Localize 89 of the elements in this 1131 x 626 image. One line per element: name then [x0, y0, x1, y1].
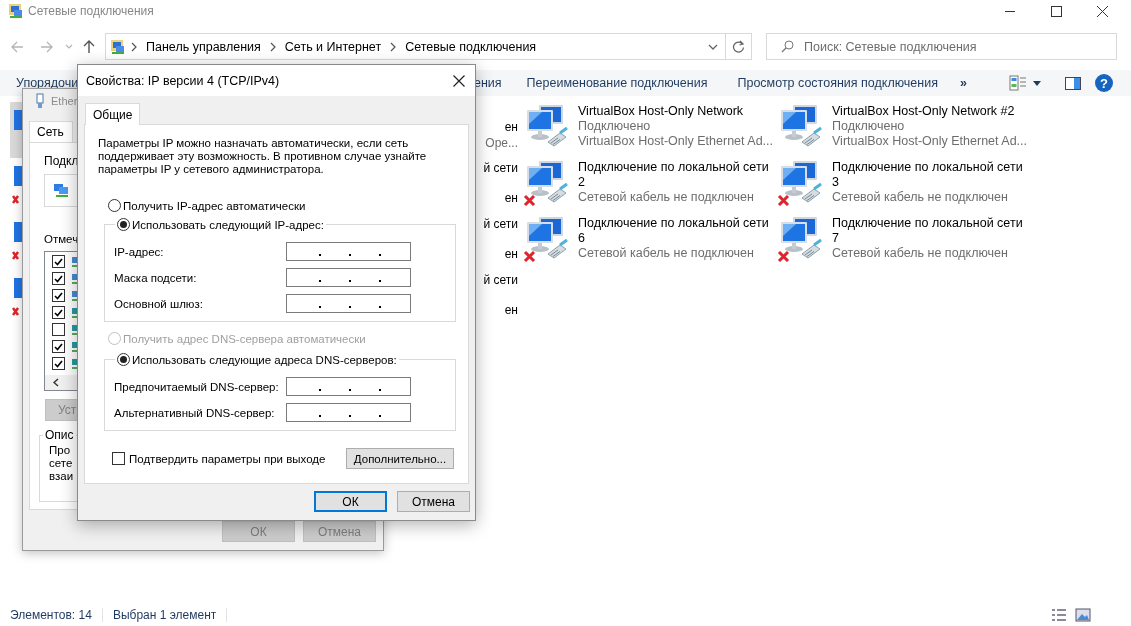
checkbox-label: Подтвердить параметры при выходе [129, 452, 326, 465]
ip-address-field[interactable] [286, 268, 411, 287]
details-view-icon[interactable] [1051, 608, 1067, 622]
connection-name: й сети [483, 161, 518, 176]
network-folder-icon [8, 3, 24, 19]
connection-device: VirtualBox Host-Only Ethernet Ad... [578, 134, 774, 149]
refresh-icon[interactable] [732, 40, 745, 53]
field-label: IP-адрес: [114, 245, 165, 258]
list-item-edge[interactable] [10, 102, 22, 158]
scroll-left-icon[interactable] [53, 378, 59, 387]
dialog-button[interactable]: Отмена [397, 491, 470, 512]
ip-address-field[interactable] [286, 242, 411, 261]
breadcrumb[interactable]: Сетевые подключения [405, 39, 537, 54]
advanced-button[interactable]: Дополнительно... [346, 448, 454, 469]
checkbox[interactable] [52, 289, 65, 302]
group-label: Опис [43, 428, 76, 442]
checkbox[interactable] [52, 340, 65, 353]
ip-address-field[interactable] [286, 377, 411, 396]
radio-button[interactable]: Использовать следующий IP-адрес: [117, 218, 324, 231]
checkbox[interactable] [52, 357, 65, 370]
dialog-button[interactable]: ОК [314, 491, 387, 512]
network-adapter-icon [53, 183, 70, 198]
up-arrow-icon[interactable] [83, 39, 95, 54]
connection-status: ен [504, 191, 518, 206]
more-commands-button[interactable]: » [959, 76, 967, 90]
ip-address-field[interactable] [286, 294, 411, 313]
section-label: Отмеч [44, 233, 80, 245]
connection-status: Сетевой кабель не подключен [832, 246, 1009, 261]
maximize-icon[interactable] [1050, 5, 1062, 17]
large-icons-view-icon[interactable] [1075, 608, 1091, 622]
window-title: Ether [51, 95, 78, 107]
connection-status: Сетевой кабель не подключен [578, 246, 755, 261]
chevron-icon [268, 41, 277, 52]
radio-button[interactable]: Получить IP-адрес автоматически [108, 199, 306, 212]
breadcrumb[interactable]: Сеть и Интернет [284, 39, 382, 54]
toolbar-command[interactable]: Упорядочи [16, 76, 79, 90]
checkbox[interactable] [52, 272, 65, 285]
network-folder-icon [110, 38, 126, 55]
dialog-title: Свойства: IP версии 4 (TCP/IPv4) [86, 73, 280, 88]
description-text: Про сете взаи [49, 444, 75, 483]
connection-name: VirtualBox Host-Only Network [578, 104, 745, 119]
chevron-icon [130, 41, 138, 52]
field-label: Предпочитаемый DNS-сервер: [114, 380, 280, 393]
connection-status: Сетевой кабель не подключен [832, 190, 1009, 205]
connection-device: Ope... [485, 136, 518, 151]
checkbox[interactable] [112, 452, 125, 465]
ethernet-port-icon [35, 93, 45, 109]
checkbox[interactable] [52, 306, 65, 319]
connection-status: Подключено [578, 119, 652, 134]
connection-name: й сети [483, 217, 518, 232]
checkbox[interactable] [52, 323, 65, 336]
radio-button[interactable]: Использовать следующие адреса DNS-серверов: [117, 353, 397, 366]
connection-name: Подключение по локальной сети 6 [578, 216, 770, 246]
connection-name: Подключение по локальной сети 2 [578, 160, 770, 190]
breadcrumb[interactable]: Панель управления [146, 39, 261, 54]
connection-status: ен [504, 303, 518, 318]
dropdown-caret-icon[interactable] [1032, 80, 1041, 86]
connection-status: ен [504, 120, 518, 135]
toolbar-command[interactable]: Просмотр состояния подключения [737, 76, 938, 90]
field-label: Маска подсети: [114, 271, 198, 284]
ip-address-field[interactable] [286, 403, 411, 422]
connection-name: й сети [483, 273, 518, 288]
window-title: Сетевые подключения [28, 4, 154, 18]
preview-pane-icon[interactable] [1064, 76, 1081, 90]
search-field[interactable]: Поиск: Сетевые подключения [802, 38, 1106, 55]
connection-status: Подключено [832, 119, 906, 134]
connection-name: Подключение по локальной сети 3 [832, 160, 1024, 190]
connection-device: VirtualBox Host-Only Ethernet Ad... [832, 134, 1028, 149]
toolbar-command[interactable]: Переименование подключения [526, 76, 708, 90]
item-count: Элементов: 14 [10, 608, 92, 622]
field-label: Альтернативный DNS-сервер: [114, 406, 276, 419]
field-label: Основной шлюз: [114, 297, 204, 310]
tab[interactable]: Общие [85, 103, 141, 125]
description-text: Параметры IP можно назначать автоматически, если сеть поддерживает эту возможность. В противном случае узнайте параметры IP у сетевого администратора. [98, 137, 428, 176]
connection-status: Сетевой кабель не подключен [578, 190, 755, 205]
help-button[interactable]: ? [1094, 74, 1113, 92]
checkbox[interactable] [52, 255, 65, 268]
search-box[interactable]: Поиск: Сетевые подключения [766, 33, 1117, 60]
tab[interactable]: Сеть [29, 121, 73, 142]
chevron-icon [389, 41, 398, 52]
connection-status: ен [504, 247, 518, 262]
close-icon[interactable] [453, 74, 465, 87]
connection-name: VirtualBox Host-Only Network #2 [832, 104, 1016, 119]
view-options-icon[interactable] [1008, 75, 1027, 91]
connection-name: Подключение по локальной сети 7 [832, 216, 1024, 246]
search-icon [781, 40, 794, 53]
close-icon[interactable] [1096, 5, 1108, 17]
dropdown-caret-icon[interactable] [708, 43, 718, 50]
selection-info: Выбран 1 элемент [112, 608, 217, 622]
